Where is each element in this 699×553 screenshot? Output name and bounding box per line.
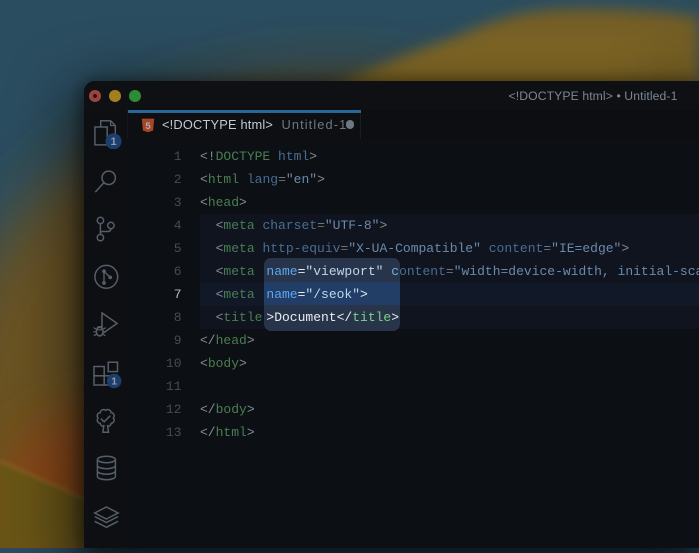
svg-text:5: 5 xyxy=(145,121,151,132)
svg-text:1: 1 xyxy=(110,136,116,148)
svg-text:1: 1 xyxy=(111,375,117,387)
